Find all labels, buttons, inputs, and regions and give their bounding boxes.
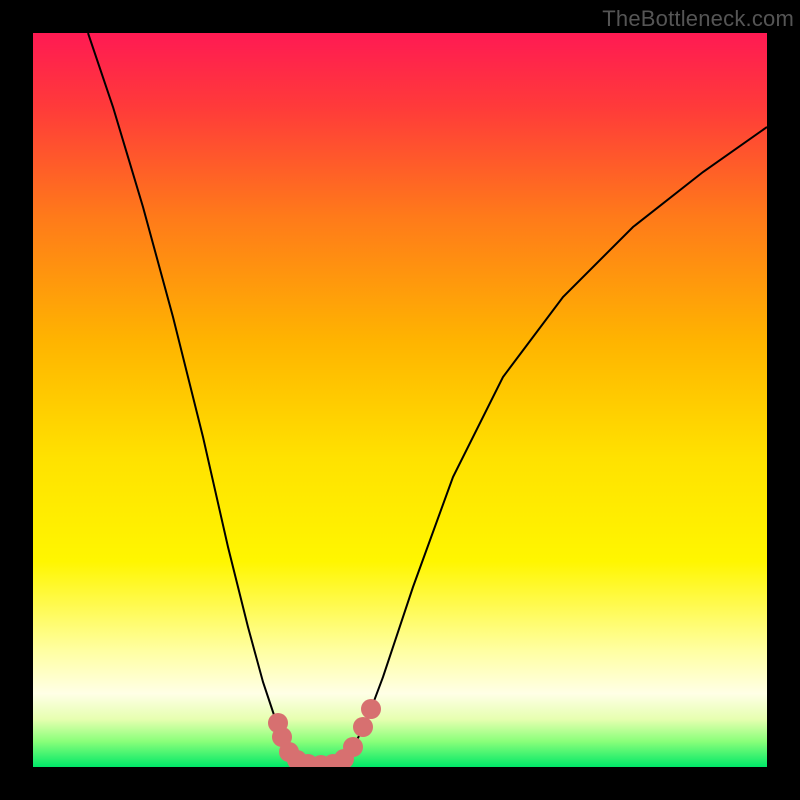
marker-dot bbox=[343, 737, 363, 757]
bottleneck-curve-svg bbox=[33, 33, 767, 767]
bottom-marker-cluster bbox=[268, 699, 381, 767]
marker-dot bbox=[361, 699, 381, 719]
curve-left-branch bbox=[88, 33, 325, 767]
marker-dot bbox=[353, 717, 373, 737]
plot-area bbox=[33, 33, 767, 767]
watermark-text: TheBottleneck.com bbox=[602, 6, 794, 32]
curve-right-branch bbox=[325, 127, 767, 767]
chart-frame: TheBottleneck.com bbox=[0, 0, 800, 800]
